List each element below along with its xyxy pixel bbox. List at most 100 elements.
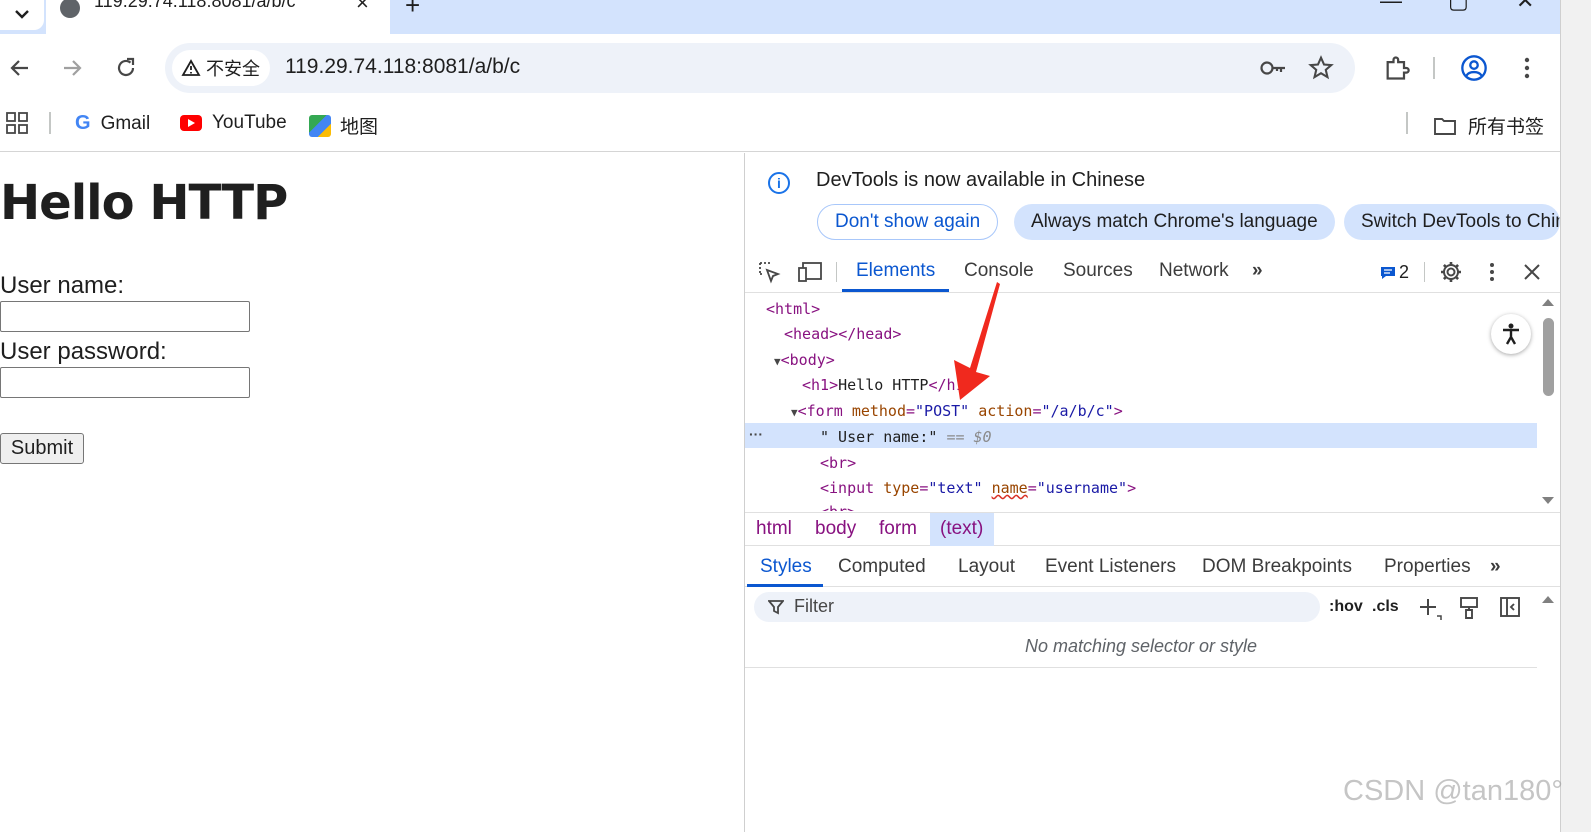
cls-toggle[interactable]: .cls bbox=[1372, 598, 1399, 616]
page-heading: Hello HTTP bbox=[0, 175, 288, 231]
username-label: User name: bbox=[0, 272, 125, 299]
filter-icon bbox=[768, 600, 784, 615]
device-toolbar-icon[interactable] bbox=[797, 260, 823, 284]
password-label: User password: bbox=[0, 338, 167, 365]
node-actions-ellipsis-icon[interactable]: ··· bbox=[749, 426, 763, 442]
close-devtools-icon[interactable] bbox=[1522, 262, 1542, 282]
bookmark-youtube[interactable]: YouTube bbox=[180, 112, 287, 134]
tab-sources[interactable]: Sources bbox=[1063, 260, 1133, 282]
star-icon[interactable] bbox=[1308, 55, 1334, 81]
url-text[interactable]: 119.29.74.118:8081/a/b/c bbox=[285, 55, 520, 79]
browser-tab[interactable]: 119.29.74.118:8081/a/b/c × bbox=[46, 0, 390, 34]
all-bookmarks[interactable]: 所有书签 bbox=[1433, 112, 1544, 139]
breadcrumb-html[interactable]: html bbox=[756, 518, 792, 540]
tab-event-listeners[interactable]: Event Listeners bbox=[1045, 556, 1176, 578]
bookmark-maps[interactable]: 地图 bbox=[309, 112, 378, 139]
issues-counter[interactable]: 2 bbox=[1379, 262, 1409, 283]
youtube-icon bbox=[180, 115, 202, 131]
annotation-arrow-icon bbox=[954, 282, 1000, 400]
accessibility-icon[interactable] bbox=[1491, 314, 1531, 354]
styles-filter-input[interactable] bbox=[754, 592, 1320, 622]
tab-dom-breakpoints[interactable]: DOM Breakpoints bbox=[1202, 556, 1352, 578]
toggle-sidebar-icon[interactable] bbox=[1499, 596, 1521, 618]
hov-toggle[interactable]: :hov bbox=[1329, 598, 1363, 616]
expand-triangle-icon: ▼ bbox=[791, 406, 798, 419]
switch-language-button[interactable]: Switch DevTools to Chinese bbox=[1344, 204, 1560, 240]
breadcrumb bbox=[745, 512, 1560, 546]
tab-properties[interactable]: Properties bbox=[1384, 556, 1471, 578]
watermark: CSDN @tan180° bbox=[1343, 775, 1563, 807]
tab-title: 119.29.74.118:8081/a/b/c bbox=[94, 0, 296, 11]
tab-console[interactable]: Console bbox=[964, 260, 1034, 282]
issues-count: 2 bbox=[1399, 262, 1410, 282]
dom-line-partial: <br> bbox=[820, 503, 856, 511]
scroll-down-icon[interactable] bbox=[1541, 496, 1555, 506]
maximize-button[interactable]: ▢ bbox=[1448, 0, 1469, 14]
styles-scroll-up-icon[interactable] bbox=[1541, 594, 1555, 604]
profile-icon[interactable] bbox=[1460, 54, 1488, 82]
all-bookmarks-label: 所有书签 bbox=[1468, 117, 1545, 138]
dom-line-form[interactable]: ▼<form method="POST" action="/a/b/c"> bbox=[791, 402, 1123, 420]
breadcrumb-text[interactable]: (text) bbox=[940, 518, 983, 540]
scroll-up-icon[interactable] bbox=[1541, 297, 1555, 307]
chevron-down-icon bbox=[15, 10, 29, 19]
tab-computed[interactable]: Computed bbox=[838, 556, 926, 578]
extensions-icon[interactable] bbox=[1383, 54, 1411, 82]
dom-line-html[interactable]: <html> bbox=[766, 300, 820, 318]
bookmark-label: YouTube bbox=[212, 112, 287, 133]
settings-gear-icon[interactable] bbox=[1439, 260, 1463, 284]
bookmarks-divider bbox=[49, 112, 51, 134]
new-style-rule-icon[interactable] bbox=[1418, 597, 1442, 621]
submit-button[interactable]: Submit bbox=[0, 433, 84, 464]
reload-icon[interactable] bbox=[114, 56, 138, 80]
security-chip[interactable]: 不安全 bbox=[172, 50, 270, 86]
active-tab-indicator bbox=[842, 289, 949, 292]
warning-icon bbox=[181, 59, 201, 76]
maps-icon bbox=[309, 114, 331, 137]
tab-network[interactable]: Network bbox=[1159, 260, 1229, 282]
more-subtabs-icon[interactable]: » bbox=[1490, 556, 1501, 578]
infobar-message: DevTools is now available in Chinese bbox=[816, 169, 1146, 191]
breadcrumb-body[interactable]: body bbox=[815, 518, 856, 540]
breadcrumb-form[interactable]: form bbox=[879, 518, 917, 540]
no-matching-style-message: No matching selector or style bbox=[1024, 636, 1258, 656]
password-input[interactable] bbox=[0, 367, 250, 398]
devtools-menu-icon[interactable] bbox=[1482, 261, 1502, 283]
active-subtab-indicator bbox=[747, 584, 823, 587]
bookmark-gmail[interactable]: G Gmail bbox=[75, 112, 150, 135]
info-icon: i bbox=[768, 172, 790, 194]
folder-icon bbox=[1434, 117, 1456, 135]
tab-layout[interactable]: Layout bbox=[958, 556, 1015, 578]
inspect-element-icon[interactable] bbox=[757, 260, 781, 284]
dom-line-input[interactable]: <input type="text" name="username"> bbox=[820, 479, 1136, 497]
window-close-button[interactable]: ✕ bbox=[1516, 0, 1534, 14]
tab-divider bbox=[836, 262, 837, 282]
forward-icon[interactable] bbox=[60, 56, 84, 80]
apps-grid-icon[interactable] bbox=[6, 112, 28, 134]
tab-elements[interactable]: Elements bbox=[856, 260, 935, 282]
back-icon[interactable] bbox=[8, 56, 32, 80]
new-tab-button[interactable]: + bbox=[405, 0, 420, 21]
more-tabs-icon[interactable]: » bbox=[1252, 260, 1263, 282]
minimize-button[interactable]: — bbox=[1380, 0, 1402, 14]
dom-line-text-node[interactable]: " User name:" == $0 bbox=[820, 428, 992, 446]
key-icon[interactable] bbox=[1259, 57, 1287, 79]
tab-styles[interactable]: Styles bbox=[760, 556, 812, 578]
expand-triangle-icon: ▼ bbox=[774, 355, 781, 368]
dom-line-head[interactable]: <head></head> bbox=[784, 325, 901, 343]
styles-divider bbox=[745, 667, 1537, 668]
more-menu-icon[interactable] bbox=[1516, 56, 1538, 80]
tab-search-button[interactable] bbox=[0, 0, 44, 30]
dom-line-body[interactable]: ▼<body> bbox=[774, 351, 835, 369]
bookmark-label: Gmail bbox=[100, 112, 151, 134]
username-input[interactable] bbox=[0, 301, 250, 332]
issues-icon bbox=[1381, 266, 1395, 279]
google-icon: G bbox=[75, 112, 91, 134]
adjacent-window-edge bbox=[1560, 0, 1591, 832]
dom-line-br[interactable]: <br> bbox=[820, 454, 856, 472]
scrollbar-thumb[interactable] bbox=[1543, 318, 1554, 396]
paint-brush-icon[interactable] bbox=[1458, 596, 1480, 620]
dont-show-again-button[interactable]: Don't show again bbox=[817, 204, 999, 240]
close-tab-icon[interactable]: × bbox=[356, 0, 369, 16]
always-match-language-button[interactable]: Always match Chrome's language bbox=[1014, 204, 1335, 240]
